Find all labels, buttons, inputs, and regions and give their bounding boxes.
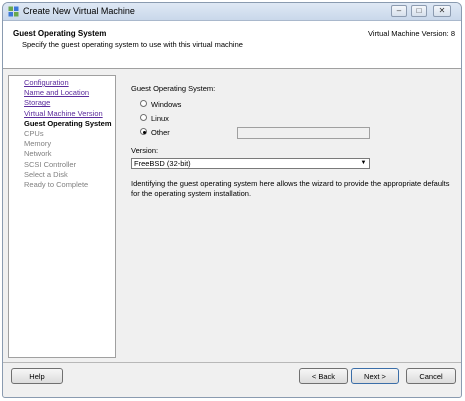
footer-separator (3, 362, 461, 363)
version-label: Version: (131, 146, 159, 155)
other-os-field (237, 127, 370, 139)
nav-step-select-a-disk: Select a Disk (24, 169, 68, 179)
minimize-icon: – (396, 6, 402, 15)
maximize-button[interactable]: □ (411, 5, 427, 17)
title-bar[interactable]: Create New Virtual Machine – □ ✕ (3, 3, 461, 21)
wizard-steps-nav: Configuration Name and Location Storage Vir… (8, 75, 116, 358)
guest-os-label: Guest Operating System: (131, 84, 216, 93)
help-button[interactable]: Help (11, 368, 63, 384)
page-title: Guest Operating System (13, 29, 107, 38)
dropdown-arrow-icon[interactable]: ▼ (359, 160, 368, 167)
radio-linux[interactable] (140, 114, 147, 121)
back-button[interactable]: < Back (299, 368, 348, 384)
nav-step-ready-to-complete: Ready to Complete (24, 179, 89, 189)
close-icon: ✕ (438, 6, 446, 15)
next-button[interactable]: Next > (351, 368, 399, 384)
nav-step-storage[interactable]: Storage (9, 98, 115, 108)
nav-step-network: Network (24, 149, 52, 159)
nav-step-guest-operating-system: Guest Operating System (24, 118, 112, 128)
nav-step-scsi-controller: SCSI Controller (24, 159, 77, 169)
nav-step-name-and-location[interactable]: Name and Location (9, 88, 115, 98)
radio-windows-label[interactable]: Windows (151, 100, 181, 109)
nav-step-cpus: CPUs (24, 128, 44, 138)
nav-step-configuration[interactable]: Configuration (9, 78, 115, 88)
vm-version-label: Virtual Machine Version: 8 (368, 29, 455, 38)
cancel-button[interactable]: Cancel (406, 368, 456, 384)
version-select-value: FreeBSD (32-bit) (134, 159, 191, 168)
page-subtitle: Specify the guest operating system to us… (22, 40, 243, 49)
vsphere-app-icon (8, 6, 19, 17)
radio-selected-dot (142, 130, 146, 134)
radio-windows[interactable] (140, 100, 147, 107)
create-vm-dialog: Create New Virtual Machine – □ ✕ Guest O… (2, 2, 462, 398)
nav-step-virtual-machine-version[interactable]: Virtual Machine Version (9, 109, 115, 119)
minimize-button[interactable]: – (391, 5, 407, 17)
close-button[interactable]: ✕ (433, 5, 451, 17)
nav-step-memory: Memory (24, 139, 52, 149)
description-text: Identifying the guest operating system h… (131, 179, 450, 198)
window-title: Create New Virtual Machine (23, 6, 135, 16)
radio-other-label[interactable]: Other (151, 128, 170, 137)
guest-os-panel: Guest Operating System: Windows Linux Ot… (124, 75, 457, 358)
version-select[interactable]: FreeBSD (32-bit) ▼ (131, 158, 370, 169)
radio-linux-label[interactable]: Linux (151, 114, 169, 123)
wizard-header: Guest Operating System Specify the guest… (3, 21, 461, 69)
maximize-icon: □ (416, 6, 422, 15)
radio-other[interactable] (140, 128, 147, 135)
